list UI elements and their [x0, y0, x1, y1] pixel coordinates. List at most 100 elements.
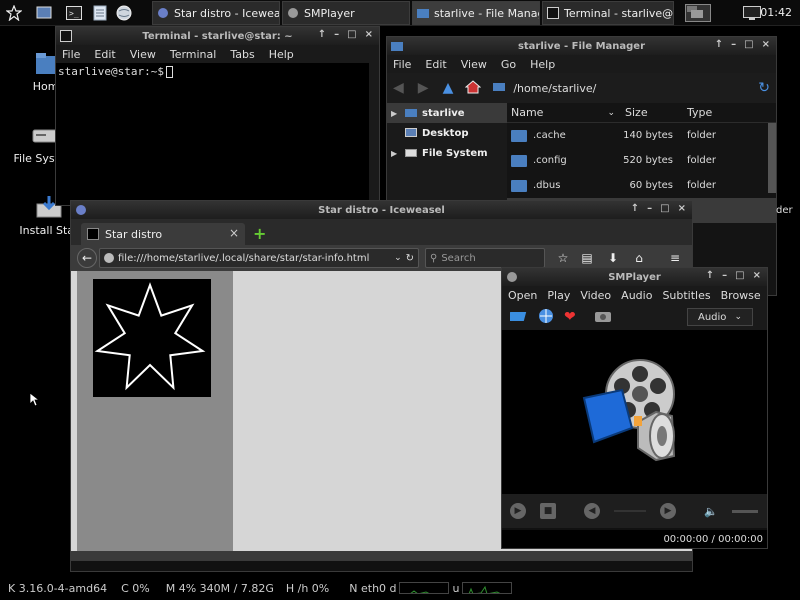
menu-view[interactable]: View	[461, 58, 487, 71]
favorites-icon[interactable]: ❤	[564, 309, 576, 325]
table-row[interactable]: .config 520 bytes folder	[507, 148, 776, 173]
expand-arrow-icon[interactable]: ▶	[391, 149, 401, 158]
star-menu-icon[interactable]	[4, 3, 24, 23]
window-raise-icon[interactable]: ↑	[715, 39, 723, 50]
network-tray-icon[interactable]	[742, 3, 762, 23]
menu-file[interactable]: File	[393, 58, 411, 71]
file-list-scrollbar[interactable]	[768, 123, 776, 193]
terminal-window[interactable]: Terminal - starlive@star: ~ ↑ – □ × File…	[55, 26, 380, 206]
tab-star-distro[interactable]: Star distro ×	[81, 223, 245, 245]
terminal-launcher-icon[interactable]: >_	[64, 3, 84, 23]
audio-track-select[interactable]: Audio ⌄	[687, 308, 753, 326]
forward-button[interactable]: ▶	[660, 503, 676, 519]
window-minimize-icon[interactable]: –	[722, 270, 727, 281]
menu-edit[interactable]: Edit	[94, 48, 115, 61]
column-header-name[interactable]: Name ⌄	[507, 106, 619, 119]
web-browser-launcher-icon[interactable]	[114, 3, 134, 23]
terminal-titlebar[interactable]: Terminal - starlive@star: ~ ↑ – □ ×	[56, 27, 379, 45]
menu-browse[interactable]: Browse	[721, 289, 761, 302]
window-raise-icon[interactable]: ↑	[706, 270, 714, 281]
rewind-button[interactable]: ◀	[584, 503, 600, 519]
menu-file[interactable]: File	[62, 48, 80, 61]
column-header-type[interactable]: Type	[679, 106, 729, 119]
volume-slider[interactable]	[731, 509, 758, 513]
window-minimize-icon[interactable]: –	[647, 203, 652, 214]
reload-icon[interactable]: ↻	[406, 253, 414, 264]
terminal-output[interactable]: starlive@star:~$	[56, 63, 379, 205]
hamburger-menu-icon[interactable]: ≡	[667, 250, 683, 266]
window-raise-icon[interactable]: ↑	[631, 203, 639, 214]
task-terminal[interactable]: Terminal - starlive@...	[542, 1, 674, 25]
forward-arrow-icon[interactable]: ▶	[418, 80, 429, 96]
home-icon[interactable]	[464, 79, 482, 97]
menu-play[interactable]: Play	[547, 289, 570, 302]
stop-button[interactable]: ■	[540, 503, 556, 519]
page-horizontal-scrollbar[interactable]	[71, 551, 692, 561]
open-file-icon[interactable]	[507, 309, 528, 326]
up-arrow-icon[interactable]: ▲	[443, 80, 454, 96]
menu-open[interactable]: Open	[508, 289, 537, 302]
screenshot-icon[interactable]	[594, 309, 612, 326]
window-close-icon[interactable]: ×	[678, 203, 686, 214]
window-maximize-icon[interactable]: □	[735, 270, 744, 281]
url-dropdown-icon[interactable]: ⌄	[394, 253, 402, 263]
window-raise-icon[interactable]: ↑	[318, 29, 326, 40]
sidebar-item-filesystem[interactable]: ▶ File System	[387, 143, 507, 163]
menu-video[interactable]: Video	[580, 289, 611, 302]
menu-terminal[interactable]: Terminal	[170, 48, 217, 61]
menu-tabs[interactable]: Tabs	[230, 48, 254, 61]
sidebar-item-starlive[interactable]: ▶ starlive	[387, 103, 507, 123]
reading-list-icon[interactable]: ▤	[579, 250, 595, 266]
bookmark-star-icon[interactable]: ☆	[555, 250, 571, 266]
menu-help[interactable]: Help	[530, 58, 555, 71]
window-minimize-icon[interactable]: –	[334, 29, 339, 40]
volume-icon[interactable]: 🔈	[704, 505, 718, 518]
back-arrow-icon[interactable]: ◀	[393, 80, 404, 96]
menu-help[interactable]: Help	[269, 48, 294, 61]
task-file-manager[interactable]: starlive - File Manager	[412, 1, 540, 25]
browser-titlebar[interactable]: Star distro - Iceweasel ↑ – □ ×	[71, 201, 692, 219]
search-input[interactable]: ⚲ Search	[425, 248, 545, 268]
table-row[interactable]: .dbus 60 bytes folder	[507, 173, 776, 198]
clock[interactable]: 01:42	[760, 6, 792, 19]
sidebar-item-desktop[interactable]: Desktop	[387, 123, 507, 143]
window-maximize-icon[interactable]: □	[347, 29, 356, 40]
open-url-icon[interactable]	[538, 308, 554, 327]
window-close-icon[interactable]: ×	[365, 29, 373, 40]
new-tab-icon[interactable]: +	[253, 224, 266, 243]
video-area[interactable]	[502, 330, 767, 494]
menu-view[interactable]: View	[130, 48, 156, 61]
location-path[interactable]: /home/starlive/	[513, 82, 596, 95]
menu-go[interactable]: Go	[501, 58, 516, 71]
show-desktop-icon[interactable]	[34, 3, 54, 23]
file-manager-toolbar: ◀ ▶ ▲ /home/starlive/ ↻	[387, 73, 776, 103]
window-maximize-icon[interactable]: □	[744, 39, 753, 50]
window-minimize-icon[interactable]: –	[731, 39, 736, 50]
home-icon[interactable]: ⌂	[631, 250, 647, 266]
terminal-menubar: File Edit View Terminal Tabs Help	[56, 45, 379, 63]
downloads-icon[interactable]: ⬇	[605, 250, 621, 266]
task-iceweasel[interactable]: Star distro - Iceweasel	[152, 1, 280, 25]
menu-subtitles[interactable]: Subtitles	[662, 289, 710, 302]
play-pause-button[interactable]: ▶	[510, 503, 526, 519]
file-manager-titlebar[interactable]: starlive - File Manager ↑ – □ ×	[387, 37, 776, 55]
seek-bar[interactable]	[614, 510, 646, 512]
back-button[interactable]: ←	[77, 248, 97, 268]
column-header-size[interactable]: Size	[619, 106, 679, 119]
window-close-icon[interactable]: ×	[762, 39, 770, 50]
workspace-switcher-icon[interactable]	[684, 3, 712, 23]
tab-close-icon[interactable]: ×	[229, 226, 239, 240]
url-bar[interactable]: file:///home/starlive/.local/share/star/…	[99, 248, 419, 268]
reload-icon[interactable]: ↻	[758, 80, 770, 96]
smplayer-titlebar[interactable]: SMPlayer ↑ – □ ×	[502, 268, 767, 286]
smplayer-window[interactable]: SMPlayer ↑ – □ × Open Play Video Audio S…	[501, 267, 768, 549]
menu-edit[interactable]: Edit	[425, 58, 446, 71]
window-maximize-icon[interactable]: □	[660, 203, 669, 214]
terminal-scrollbar[interactable]	[369, 63, 379, 205]
menu-audio[interactable]: Audio	[621, 289, 652, 302]
file-manager-launcher-icon[interactable]	[90, 3, 110, 23]
table-row[interactable]: .cache 140 bytes folder	[507, 123, 776, 148]
window-close-icon[interactable]: ×	[753, 270, 761, 281]
expand-arrow-icon[interactable]: ▶	[391, 109, 401, 118]
task-smplayer[interactable]: SMPlayer	[282, 1, 410, 25]
